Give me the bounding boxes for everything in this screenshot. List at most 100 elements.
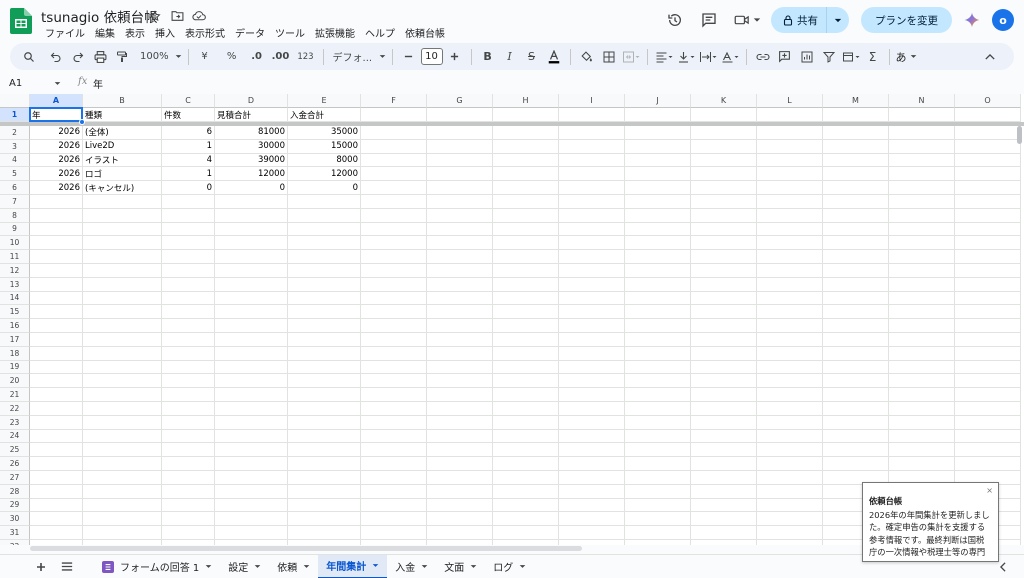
cell-j3[interactable] [625, 139, 691, 154]
row-header-3[interactable]: 3 [0, 139, 30, 154]
sheet-tab-3[interactable]: 年間集計 [318, 554, 388, 578]
cell-b23[interactable] [83, 415, 162, 430]
cell-a28[interactable] [30, 484, 83, 499]
cell-b2[interactable]: (全体) [83, 126, 162, 140]
cell-f21[interactable] [361, 388, 427, 402]
cell-h4[interactable] [493, 153, 559, 168]
cell-i5[interactable] [559, 167, 625, 182]
cell-h9[interactable] [493, 222, 559, 237]
menu-file[interactable]: ファイル [40, 25, 90, 40]
text-wrapping-button[interactable] [698, 46, 718, 68]
formula-input[interactable]: 年 [93, 76, 103, 91]
cell-j20[interactable] [625, 374, 691, 389]
cell-l9[interactable] [757, 222, 823, 237]
cell-f6[interactable] [361, 181, 427, 195]
column-header-m[interactable]: M [823, 94, 889, 108]
cell-f29[interactable] [361, 498, 427, 513]
cell-f11[interactable] [361, 250, 427, 264]
cell-h20[interactable] [493, 374, 559, 389]
cell-b6[interactable]: (キャンセル) [83, 181, 162, 195]
cell-l7[interactable] [757, 195, 823, 209]
cell-n15[interactable] [889, 305, 955, 320]
cell-a17[interactable] [30, 333, 83, 347]
freeze-rows-divider[interactable] [0, 122, 1024, 126]
chevron-down-icon[interactable] [372, 562, 379, 570]
cell-d16[interactable] [215, 319, 288, 333]
cell-c23[interactable] [162, 415, 215, 430]
cell-c21[interactable] [162, 388, 215, 402]
cell-e8[interactable] [288, 208, 361, 223]
add-sheet-button[interactable] [28, 555, 54, 578]
cell-h22[interactable] [493, 402, 559, 416]
cell-k10[interactable] [691, 236, 757, 251]
row-header-12[interactable]: 12 [0, 264, 30, 278]
row-header-1[interactable]: 1 [0, 108, 30, 122]
cell-m8[interactable] [823, 208, 889, 223]
cell-h28[interactable] [493, 484, 559, 499]
cell-c3[interactable]: 1 [162, 139, 215, 154]
cell-a18[interactable] [30, 346, 83, 361]
cell-f4[interactable] [361, 153, 427, 168]
cell-e17[interactable] [288, 333, 361, 347]
cell-a20[interactable] [30, 374, 83, 389]
cell-e15[interactable] [288, 305, 361, 320]
cell-k27[interactable] [691, 471, 757, 485]
cell-a10[interactable] [30, 236, 83, 251]
cell-j7[interactable] [625, 195, 691, 209]
close-icon[interactable]: × [986, 485, 993, 498]
cell-d8[interactable] [215, 208, 288, 223]
cell-e11[interactable] [288, 250, 361, 264]
cell-k7[interactable] [691, 195, 757, 209]
cell-f17[interactable] [361, 333, 427, 347]
cell-o15[interactable] [955, 305, 1021, 320]
cell-l3[interactable] [757, 139, 823, 154]
cell-b10[interactable] [83, 236, 162, 251]
star-icon[interactable] [146, 7, 164, 25]
cell-g26[interactable] [427, 457, 493, 471]
currency-format-button[interactable]: ¥ [195, 46, 215, 68]
cell-g16[interactable] [427, 319, 493, 333]
cell-j10[interactable] [625, 236, 691, 251]
menu-data[interactable]: データ [230, 25, 270, 40]
cell-c15[interactable] [162, 305, 215, 320]
cell-f12[interactable] [361, 264, 427, 278]
cell-k17[interactable] [691, 333, 757, 347]
cell-d17[interactable] [215, 333, 288, 347]
cell-k8[interactable] [691, 208, 757, 223]
cell-d10[interactable] [215, 236, 288, 251]
cell-k13[interactable] [691, 277, 757, 292]
cell-j5[interactable] [625, 167, 691, 182]
cell-h32[interactable] [493, 540, 559, 545]
column-header-b[interactable]: B [83, 94, 162, 108]
filter-views-button[interactable] [841, 46, 861, 68]
meet-icon[interactable] [729, 6, 765, 34]
cell-a2[interactable]: 2026 [30, 126, 83, 140]
cell-g12[interactable] [427, 264, 493, 278]
undo-button[interactable] [46, 46, 66, 68]
row-header-31[interactable]: 31 [0, 526, 30, 540]
bold-button[interactable]: B [478, 46, 498, 68]
cell-c18[interactable] [162, 346, 215, 361]
cell-i28[interactable] [559, 484, 625, 499]
cell-e2[interactable]: 35000 [288, 126, 361, 140]
column-header-l[interactable]: L [757, 94, 823, 108]
cell-j1[interactable] [625, 108, 691, 122]
cell-c22[interactable] [162, 402, 215, 416]
cell-i11[interactable] [559, 250, 625, 264]
cell-k16[interactable] [691, 319, 757, 333]
italic-button[interactable]: I [500, 46, 520, 68]
cell-m13[interactable] [823, 277, 889, 292]
cell-n8[interactable] [889, 208, 955, 223]
cell-o18[interactable] [955, 346, 1021, 361]
row-header-14[interactable]: 14 [0, 291, 30, 306]
cell-o19[interactable] [955, 360, 1021, 375]
cell-a14[interactable] [30, 291, 83, 306]
menu-edit[interactable]: 編集 [90, 25, 120, 40]
cell-l17[interactable] [757, 333, 823, 347]
cell-a11[interactable] [30, 250, 83, 264]
cell-h18[interactable] [493, 346, 559, 361]
cell-i3[interactable] [559, 139, 625, 154]
cell-h13[interactable] [493, 277, 559, 292]
cell-g21[interactable] [427, 388, 493, 402]
cell-n10[interactable] [889, 236, 955, 251]
